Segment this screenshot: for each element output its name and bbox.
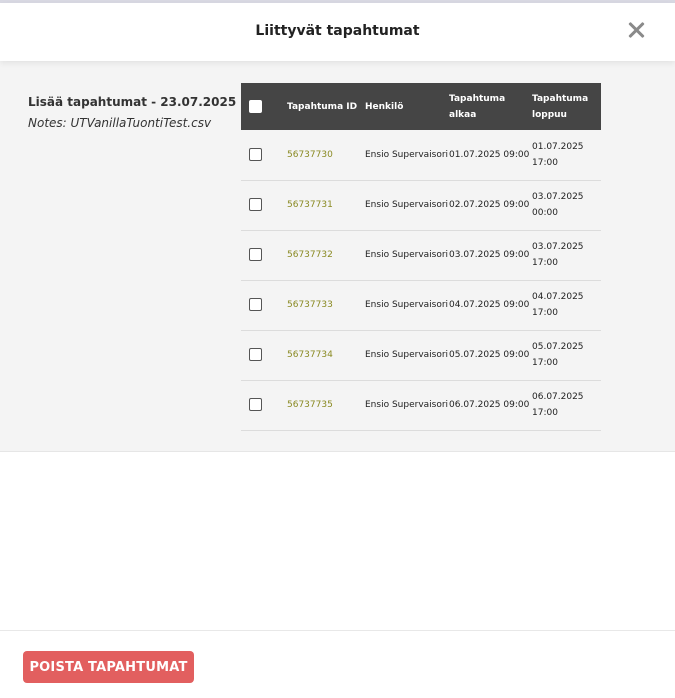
event-id-cell: 56737731	[287, 180, 365, 230]
row-checkbox[interactable]	[249, 298, 262, 311]
table-row: 56737734 Ensio Supervaisori 05.07.2025 09:…	[241, 330, 601, 380]
import-title: Lisää tapahtumat - 23.07.2025	[28, 95, 237, 109]
event-id-cell: 56737732	[287, 230, 365, 280]
dialog-title: Liittyvät tapahtumat	[255, 23, 420, 39]
dialog-body: Lisää tapahtumat - 23.07.2025 Notes: UTV…	[0, 61, 675, 452]
row-checkbox-cell	[241, 330, 287, 380]
header-event-end[interactable]: Tapahtuma loppuu	[532, 83, 601, 130]
row-checkbox[interactable]	[249, 398, 262, 411]
row-checkbox[interactable]	[249, 147, 262, 161]
event-end-cell: 01.07.2025 17:00	[532, 141, 584, 168]
event-id-cell: 56737734	[287, 330, 365, 380]
person-cell: Ensio Supervaisori	[365, 400, 449, 410]
select-all-checkbox[interactable]	[249, 99, 262, 113]
table-row: 56737730 Ensio Supervaisori 01.07.2025 09:…	[241, 130, 601, 180]
event-id-cell: 56737735	[287, 380, 365, 430]
event-start-cell: 04.07.2025 09:00	[449, 300, 530, 310]
delete-events-button[interactable]: POISTA TAPAHTUMAT	[23, 651, 194, 683]
event-id-link[interactable]: 56737730	[287, 150, 333, 160]
person-cell: Ensio Supervaisori	[365, 300, 449, 310]
header-event-start[interactable]: Tapahtuma alkaa	[449, 83, 532, 130]
table-row: 56737735 Ensio Supervaisori 06.07.2025 09:…	[241, 380, 601, 430]
event-end-cell: 03.07.2025 00:00	[532, 192, 584, 218]
event-start-cell: 05.07.2025 09:00	[449, 350, 530, 360]
event-end-cell: 05.07.2025 17:00	[532, 342, 584, 368]
event-id-link[interactable]: 56737732	[287, 250, 333, 260]
row-checkbox-cell	[241, 380, 287, 430]
row-checkbox[interactable]	[249, 198, 262, 211]
table-row: 56737731 Ensio Supervaisori 02.07.2025 09:…	[241, 180, 601, 230]
table-row: 56737732 Ensio Supervaisori 03.07.2025 09:…	[241, 230, 601, 280]
select-all-cell	[241, 83, 287, 130]
event-end-cell: 04.07.2025 17:00	[532, 292, 584, 318]
event-id-cell: 56737733	[287, 280, 365, 330]
person-cell: Ensio Supervaisori	[365, 250, 449, 260]
event-end-cell: 03.07.2025 17:00	[532, 242, 584, 268]
row-checkbox-cell	[241, 230, 287, 280]
row-checkbox-cell	[241, 280, 287, 330]
table-header-row: Tapahtuma ID Henkilö Tapahtuma alkaa Tap…	[241, 83, 601, 130]
header-person[interactable]: Henkilö	[365, 83, 449, 130]
header-event-id[interactable]: Tapahtuma ID	[287, 83, 365, 130]
row-checkbox-cell	[241, 180, 287, 230]
row-checkbox[interactable]	[249, 248, 262, 261]
event-end-cell: 06.07.2025 17:00	[532, 392, 584, 418]
event-id-link[interactable]: 56737734	[287, 350, 333, 360]
dialog-header: Liittyvät tapahtumat	[0, 3, 675, 61]
events-table: Tapahtuma ID Henkilö Tapahtuma alkaa Tap…	[241, 83, 601, 431]
table-row: 56737733 Ensio Supervaisori 04.07.2025 09:…	[241, 280, 601, 330]
person-cell: Ensio Supervaisori	[365, 149, 449, 160]
event-id-link[interactable]: 56737733	[287, 300, 333, 310]
event-start-cell: 03.07.2025 09:00	[449, 250, 530, 260]
event-start-cell: 06.07.2025 09:00	[449, 400, 530, 410]
event-id-link[interactable]: 56737731	[287, 200, 333, 210]
event-id-link[interactable]: 56737735	[287, 400, 333, 410]
footer-divider	[0, 630, 675, 631]
row-checkbox-cell	[241, 130, 287, 180]
import-notes: Notes: UTVanillaTuontiTest.csv	[28, 116, 212, 130]
event-start-cell: 02.07.2025 09:00	[449, 200, 530, 210]
person-cell: Ensio Supervaisori	[365, 200, 449, 210]
person-cell: Ensio Supervaisori	[365, 350, 449, 360]
event-start-cell: 01.07.2025 09:00	[449, 149, 530, 160]
close-icon[interactable]	[623, 17, 649, 43]
row-checkbox[interactable]	[249, 348, 262, 361]
event-id-cell: 56737730	[287, 130, 365, 180]
